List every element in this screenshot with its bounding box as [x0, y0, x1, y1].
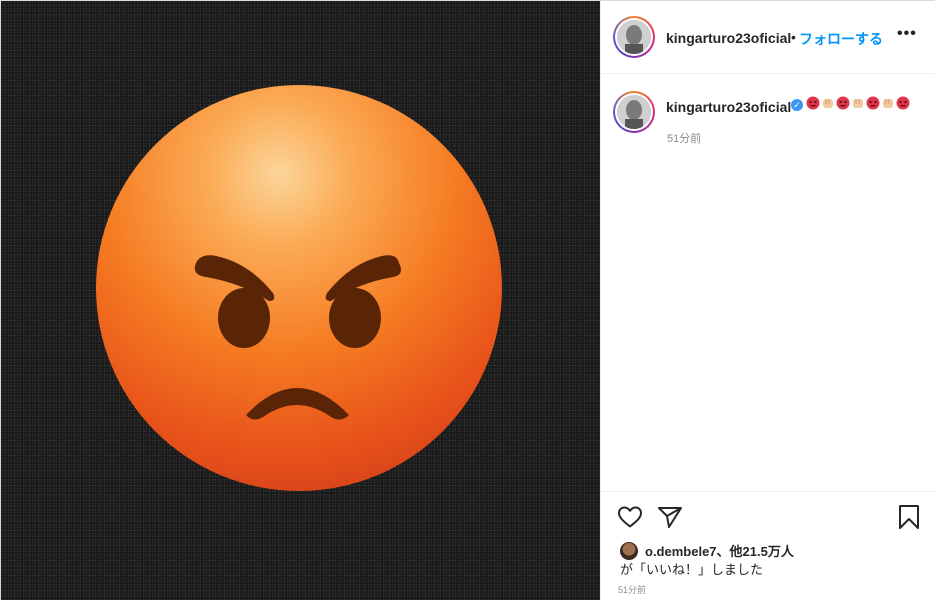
- angry-face-image: [96, 85, 502, 491]
- post-media[interactable]: [1, 1, 600, 600]
- post-actions: o.dembele7、他21.5万人 が「いいね！」しました 51分前: [601, 491, 935, 601]
- heart-outline-icon[interactable]: [617, 505, 643, 529]
- caption-emojis: [806, 96, 911, 110]
- more-options-icon[interactable]: •••: [897, 25, 917, 43]
- caption-timestamp[interactable]: 51分前: [667, 130, 701, 146]
- liker-avatar[interactable]: [620, 542, 638, 560]
- fist-emoji-icon: [853, 99, 863, 108]
- follow-button[interactable]: フォローする: [799, 29, 883, 49]
- likes-summary[interactable]: o.dembele7、他21.5万人: [645, 541, 794, 560]
- bookmark-outline-icon[interactable]: [897, 504, 921, 530]
- liker-username[interactable]: o.dembele7: [645, 544, 717, 559]
- paper-plane-icon[interactable]: [657, 505, 683, 529]
- header-username[interactable]: kingarturo23oficial: [666, 30, 791, 46]
- angry-face-emoji-icon: [866, 96, 880, 110]
- angry-face-emoji-icon: [836, 96, 850, 110]
- verified-badge-icon: ✓: [791, 99, 803, 111]
- caption-username[interactable]: kingarturo23oficial: [666, 99, 791, 115]
- likes-suffix: が「いいね！」しました: [620, 562, 764, 577]
- post-header: kingarturo23oficial • フォローする •••: [601, 1, 935, 74]
- header-separator: •: [791, 29, 796, 45]
- angry-face-emoji-icon: [896, 96, 910, 110]
- fist-emoji-icon: [883, 99, 893, 108]
- profile-avatar[interactable]: [613, 16, 655, 58]
- fist-emoji-icon: [823, 99, 833, 108]
- post-dialog: kingarturo23oficial • フォローする ••• kingart…: [0, 0, 935, 600]
- likes-others[interactable]: 、他21.5万人: [717, 544, 794, 559]
- post-timestamp[interactable]: 51分前: [618, 583, 646, 596]
- post-side-panel: kingarturo23oficial • フォローする ••• kingart…: [600, 1, 935, 600]
- angry-face-emoji-icon: [806, 96, 820, 110]
- caption-avatar[interactable]: [613, 91, 655, 133]
